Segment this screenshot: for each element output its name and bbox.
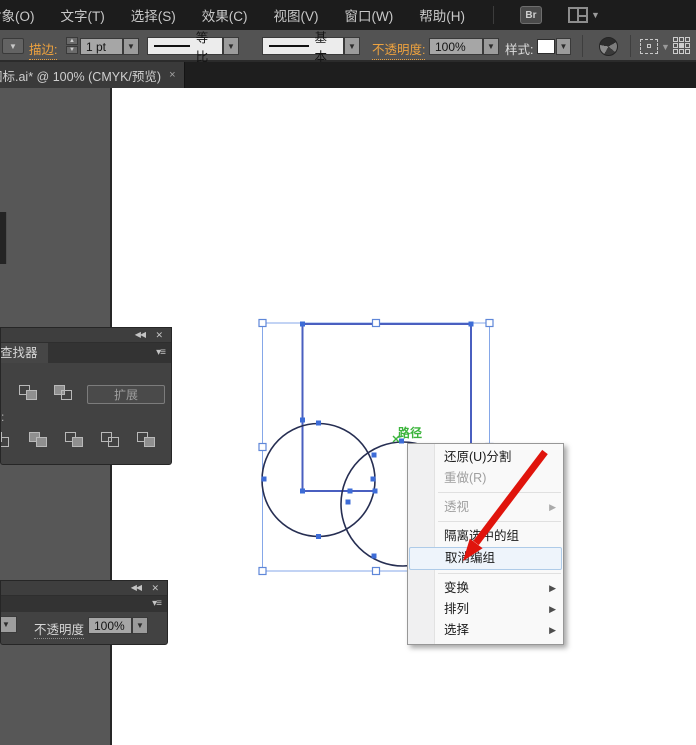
menu-effect[interactable]: 效果(C) [202,5,248,25]
pathfinders-section-label: 路径查找器: [1,408,15,425]
pathfinder-trim-icon[interactable] [29,432,49,448]
shape-mode-unite-icon[interactable] [19,385,39,401]
artboard-canvas[interactable] [112,88,696,745]
panel-menu-icon[interactable]: ▾≡ [156,347,165,358]
transparency-panel: ◀◀ ✕ ▾≡ ▼ 不透明度 100% ▼ [0,580,168,645]
control-bar: ▼ 描边: ▲▼ 1 pt ▼ 等比 ▼ 基本 ▼ 不透明度: 100% ▼ 样… [0,30,696,62]
opacity-label-link[interactable]: 不透明度: [372,39,425,60]
document-title: 图标.ai* @ 100% (CMYK/预览) [0,66,161,85]
menu-type[interactable]: 文字(T) [61,5,105,25]
toolbar-divider [582,35,583,57]
menu-item-isolate-group[interactable]: 隔离选中的组 [408,526,563,547]
tab-pathfinder[interactable]: 路径查找器 [1,343,48,363]
menubar-divider [493,6,494,24]
brush-definition-dropdown[interactable]: ▼ [344,37,360,55]
submenu-arrow-icon: ▶ [549,620,556,641]
collapsed-panel-edge [0,212,7,264]
submenu-arrow-icon: ▶ [549,599,556,620]
collapse-panel-icon[interactable]: ◀◀ [131,583,141,592]
width-profile-combo[interactable]: 等比 [147,37,223,55]
close-icon[interactable]: × [169,69,175,81]
symbols-grid-icon[interactable] [673,37,694,56]
line-preview-icon [269,45,309,47]
document-tab[interactable]: 图标.ai* @ 100% (CMYK/预览) × [0,62,185,88]
menu-view[interactable]: 视图(V) [274,5,319,25]
transparency-panel-body: ▼ 不透明度 100% ▼ [1,613,167,645]
menu-item-ungroup[interactable]: 取消编组 [409,547,562,570]
chevron-down-icon[interactable]: ▼ [661,42,670,52]
align-selection-icon[interactable] [640,39,658,54]
pathfinder-crop-icon[interactable] [101,432,121,448]
transparency-panel-header: ◀◀ ✕ [1,581,167,596]
brush-definition-combo[interactable]: 基本 [262,37,344,55]
line-preview-icon [154,45,190,47]
menu-separator [438,573,561,574]
panel-opacity-field[interactable]: 100% [88,617,132,634]
shape-mode-minus-front-icon[interactable] [54,385,74,401]
workspace-switcher-button[interactable]: ▼ [568,7,600,23]
menubar: 对象(O) 文字(T) 选择(S) 效果(C) 视图(V) 窗口(W) 帮助(H… [0,0,696,30]
menu-item-redo: 重做(R) [408,468,563,489]
menu-separator [438,492,561,493]
toolbar-divider [630,35,631,57]
smart-guide-path-label: 路径 [398,424,422,441]
blend-mode-dropdown[interactable]: ▼ [0,616,17,633]
opacity-dropdown[interactable]: ▼ [483,38,499,55]
stroke-weight-field[interactable]: 1 pt [80,38,123,55]
bridge-button[interactable]: Br [520,6,542,24]
transparency-tab-row: ▾≡ [1,596,167,612]
menu-item-undo-divide[interactable]: 还原(U)分割 [408,447,563,468]
menu-window[interactable]: 窗口(W) [345,5,394,25]
submenu-arrow-icon: ▶ [549,578,556,599]
fill-dropdown-button[interactable]: ▼ [2,38,24,54]
document-tab-bar: 图标.ai* @ 100% (CMYK/预览) × [0,62,696,88]
menu-item-perspective: 透视▶ [408,497,563,518]
brush-definition-value: 基本 [315,27,337,65]
menu-item-select[interactable]: 选择▶ [408,620,563,641]
workspace-layout-icon [568,7,588,23]
expand-button[interactable]: 扩展 [87,385,165,404]
panel-opacity-dropdown[interactable]: ▼ [132,617,148,634]
opacity-label: 不透明度 [34,619,84,639]
pathfinder-outline-icon[interactable] [137,432,157,448]
pathfinder-panel: ◀◀ ✕ 路径查找器 ▾≡ 扩展 路径查找器: [0,327,172,465]
close-icon[interactable]: ✕ [155,330,163,341]
width-profile-dropdown[interactable]: ▼ [223,37,239,55]
menu-help[interactable]: 帮助(H) [419,5,465,25]
panel-menu-icon[interactable]: ▾≡ [152,598,161,609]
recolor-artwork-icon[interactable] [599,37,618,56]
style-dropdown[interactable]: ▼ [556,38,571,55]
opacity-field[interactable]: 100% [429,38,483,55]
collapse-panel-icon[interactable]: ◀◀ [135,330,145,339]
pathfinder-divide-icon[interactable] [0,432,11,448]
stroke-weight-stepper[interactable]: ▲▼ [66,37,78,54]
pathfinder-tab-row: 路径查找器 ▾≡ [1,343,171,363]
pathfinder-panel-header: ◀◀ ✕ [1,328,171,343]
stroke-label-link[interactable]: 描边: [29,39,57,60]
menu-separator [438,521,561,522]
style-label: 样式: [505,39,533,58]
menu-object[interactable]: 对象(O) [0,5,35,25]
menu-item-transform[interactable]: 变换▶ [408,578,563,599]
style-swatch[interactable] [537,39,555,54]
pathfinder-merge-icon[interactable] [65,432,85,448]
width-profile-value: 等比 [196,27,216,65]
stroke-weight-dropdown[interactable]: ▼ [123,38,139,55]
menu-item-arrange[interactable]: 排列▶ [408,599,563,620]
menu-select[interactable]: 选择(S) [131,5,176,25]
chevron-down-icon: ▼ [591,10,600,20]
close-icon[interactable]: ✕ [151,583,159,594]
context-menu: 还原(U)分割 重做(R) 透视▶ 隔离选中的组 取消编组 变换▶ 排列▶ 选择… [407,443,564,645]
submenu-arrow-icon: ▶ [549,497,556,518]
